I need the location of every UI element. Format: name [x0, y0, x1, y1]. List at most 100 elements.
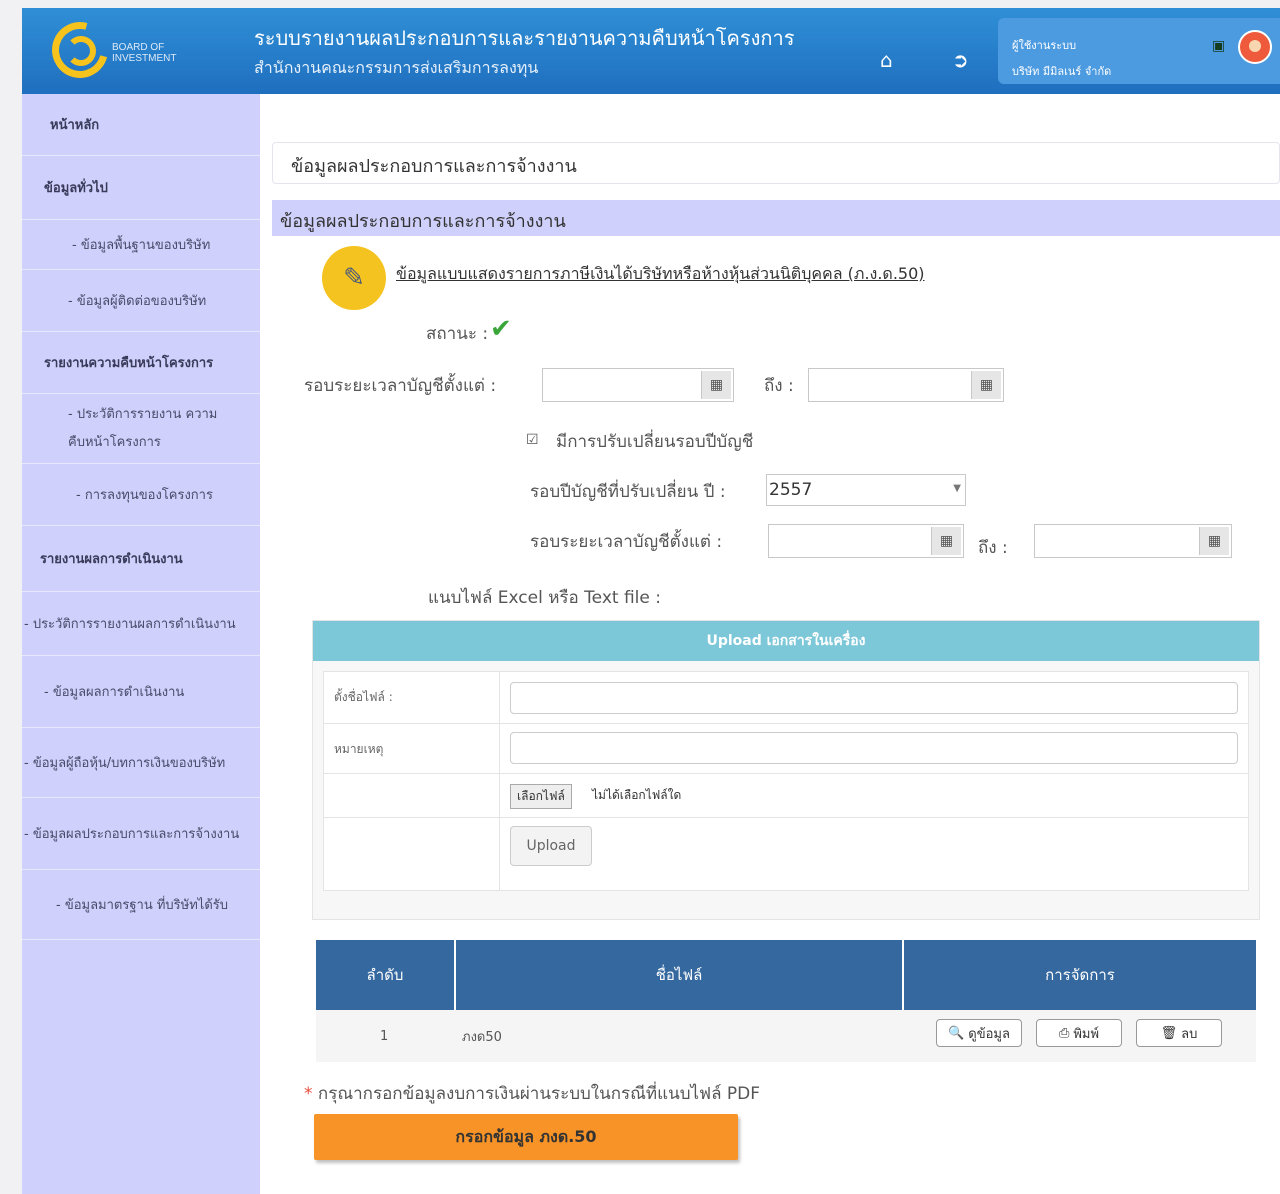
calendar-icon[interactable]: ▦ — [1199, 527, 1229, 555]
period-from-label: รอบระยะเวลาบัญชีตั้งแต่ : — [304, 376, 497, 396]
view-button[interactable]: 🔍 ดูข้อมูล — [936, 1019, 1022, 1047]
chevron-down-icon: ▼ — [953, 483, 961, 494]
period2-to-label: ถึง : — [978, 538, 1008, 558]
sidebar-item-company-contact[interactable]: - ข้อมูลผู้ติดต่อของบริษัท — [22, 270, 260, 332]
col-actions: การจัดการ — [1045, 966, 1115, 984]
delete-label: ลบ — [1181, 1026, 1198, 1042]
system-subtitle: สำนักงานคณะกรรมการส่งเสริมการลงทุน — [254, 58, 539, 77]
sidebar-item-label: - ข้อมูลผลการดำเนินงาน — [44, 685, 185, 700]
changed-year-select[interactable]: 2557 ▼ — [766, 474, 966, 506]
upload-button[interactable]: Upload — [510, 826, 592, 866]
sidebar-item-label: - การลงทุนของโครงการ — [76, 488, 213, 503]
upload-panel: Upload เอกสารในเครื่อง ตั้งชื่อไฟล์ : หม… — [312, 620, 1260, 920]
app-frame: BOARD OF INVESTMENT ระบบรายงานผลประกอบกา… — [22, 8, 1280, 1194]
sidebar-item-label: รายงานความคืบหน้าโครงการ — [44, 356, 214, 371]
sidebar-item-standards[interactable]: - ข้อมูลมาตรฐาน ที่บริษัทได้รับ — [22, 870, 260, 940]
filename-label: ตั้งชื่อไฟล์ : — [334, 690, 393, 704]
period2-from-input[interactable]: ▦ — [768, 524, 964, 558]
avatar[interactable] — [1238, 30, 1272, 64]
sidebar-item-progress-history[interactable]: - ประวัติการรายงาน ความคืบหน้าโครงการ — [22, 394, 260, 464]
logo-text: BOARD OF INVESTMENT — [112, 42, 177, 64]
row-number: 1 — [380, 1028, 389, 1044]
sidebar-item-project-investment[interactable]: - การลงทุนของโครงการ — [22, 464, 260, 526]
period-to-label: ถึง : — [764, 376, 794, 396]
view-label: ดูข้อมูล — [968, 1026, 1010, 1042]
boi-logo[interactable]: BOARD OF INVESTMENT — [41, 11, 192, 89]
user-company: บริษัท มีมิลเนร์ จำกัด — [1012, 65, 1112, 78]
tax-form-link[interactable]: ข้อมูลแบบแสดงรายการภาษีเงินได้บริษัทหรือ… — [396, 262, 925, 287]
sidebar-item-performance-employment[interactable]: - ข้อมูลผลประกอบการและการจ้างงาน — [22, 798, 260, 870]
required-star: * — [304, 1084, 313, 1104]
period2-to-input[interactable]: ▦ — [1034, 524, 1232, 558]
sidebar-item-label: - ข้อมูลผู้ติดต่อของบริษัท — [68, 294, 207, 309]
home-icon[interactable]: ⌂ — [880, 50, 893, 70]
note-input[interactable] — [510, 732, 1238, 764]
sidebar-item-label: - ข้อมูลผลประกอบการและการจ้างงาน — [24, 827, 240, 842]
user-box: ผู้ใช้งานระบบ บริษัท มีมิลเนร์ จำกัด ▣ — [998, 18, 1280, 84]
changed-year-label: รอบปีบัญชีที่ปรับเปลี่ยน ปี : — [530, 482, 726, 502]
sidebar-item-label: ข้อมูลทั่วไป — [44, 181, 108, 196]
pdf-note: * กรุณากรอกข้อมูลงบการเงินผ่านระบบในกรณี… — [304, 1080, 760, 1107]
status-label: สถานะ : — [426, 324, 489, 344]
panel-heading: ข้อมูลผลประกอบการและการจ้างงาน — [272, 200, 1280, 236]
sidebar-item-operation-data[interactable]: - ข้อมูลผลการดำเนินงาน — [22, 656, 260, 728]
check-icon: ✔ — [490, 314, 512, 344]
file-table-header: ลำดับ ชื่อไฟล์ การจัดการ — [316, 940, 1256, 1010]
delete-button[interactable]: 🗑 ลบ — [1136, 1019, 1222, 1047]
trash-icon: 🗑 — [1160, 1025, 1178, 1041]
page-title: ข้อมูลผลประกอบการและการจ้างงาน — [272, 142, 1280, 184]
sidebar-item-general[interactable]: ข้อมูลทั่วไป — [22, 156, 260, 220]
sidebar-item-progress-report[interactable]: รายงานความคืบหน้าโครงการ — [22, 332, 260, 394]
calendar-icon[interactable]: ▦ — [971, 371, 1001, 399]
sidebar-item-operation-history[interactable]: - ประวัติการรายงานผลการดำเนินงาน — [22, 592, 260, 656]
user-role: ผู้ใช้งานระบบ — [1012, 39, 1077, 52]
sidebar-item-label: - ข้อมูลมาตรฐาน ที่บริษัทได้รับ — [56, 898, 228, 913]
period-to-input[interactable]: ▦ — [808, 368, 1004, 402]
tax-document-icon: ✎ — [322, 246, 386, 310]
sidebar-item-shareholders[interactable]: - ข้อมูลผู้ถือหุ้น/บทการเงินของบริษัท — [22, 728, 260, 798]
lock-icon[interactable]: ▣ — [1212, 38, 1225, 54]
print-icon: ⎙ — [1058, 1025, 1070, 1041]
sidebar-item-label: - ประวัติการรายงาน ความคืบหน้าโครงการ — [68, 406, 218, 450]
change-year-checkbox-label: มีการปรับเปลี่ยนรอบปีบัญชี — [556, 432, 754, 452]
attach-label: แนบไฟล์ Excel หรือ Text file : — [428, 588, 661, 608]
col-no: ลำดับ — [316, 940, 456, 1010]
sidebar-item-home[interactable]: หน้าหลัก — [22, 94, 260, 156]
sidebar-item-company-basic[interactable]: - ข้อมูลพื้นฐานของบริษัท — [22, 220, 260, 270]
upload-heading: Upload เอกสารในเครื่อง — [313, 621, 1259, 661]
upload-button-row: Upload — [324, 818, 1248, 880]
fill-pnd50-button[interactable]: กรอกข้อมูล ภงด.50 — [314, 1114, 738, 1160]
period2-from-label: รอบระยะเวลาบัญชีตั้งแต่ : — [530, 532, 723, 552]
sidebar-item-label: - ประวัติการรายงานผลการดำเนินงาน — [24, 617, 236, 632]
sidebar-item-label: - ข้อมูลผู้ถือหุ้น/บทการเงินของบริษัท — [24, 756, 226, 771]
no-file-text: ไม่ได้เลือกไฟล์ใด — [592, 788, 682, 802]
filename-input[interactable] — [510, 682, 1238, 714]
logout-icon[interactable]: ➲ — [952, 50, 969, 70]
upload-form: ตั้งชื่อไฟล์ : หมายเหตุ เลือกไฟล์ ไม่ได้… — [323, 671, 1249, 891]
choose-file-button[interactable]: เลือกไฟล์ — [510, 784, 572, 809]
change-year-checkbox[interactable]: ☑ — [526, 432, 539, 448]
top-header: BOARD OF INVESTMENT ระบบรายงานผลประกอบกา… — [22, 8, 1280, 94]
changed-year-value: 2557 — [769, 480, 813, 500]
sidebar-item-label: - ข้อมูลพื้นฐานของบริษัท — [72, 238, 211, 253]
col-filename: ชื่อไฟล์ — [456, 940, 904, 1010]
table-row: 1 ภงด50 🔍 ดูข้อมูล ⎙ พิมพ์ 🗑 ลบ — [316, 1010, 1256, 1062]
logo-mark-inner-icon — [66, 36, 96, 66]
sidebar: หน้าหลัก ข้อมูลทั่วไป - ข้อมูลพื้นฐานของ… — [22, 94, 260, 1194]
sidebar-item-label: รายงานผลการดำเนินงาน — [40, 552, 183, 567]
calendar-icon[interactable]: ▦ — [931, 527, 961, 555]
filename-row: ตั้งชื่อไฟล์ : — [324, 672, 1248, 724]
note-label: หมายเหตุ — [334, 742, 384, 756]
file-choose-row: เลือกไฟล์ ไม่ได้เลือกไฟล์ใด — [324, 774, 1248, 818]
system-title: ระบบรายงานผลประกอบการและรายงานความคืบหน้… — [254, 26, 795, 50]
pdf-note-text: กรุณากรอกข้อมูลงบการเงินผ่านระบบในกรณีที… — [317, 1084, 761, 1104]
sidebar-item-operation-report[interactable]: รายงานผลการดำเนินงาน — [22, 526, 260, 592]
period-from-input[interactable]: ▦ — [542, 368, 734, 402]
print-label: พิมพ์ — [1073, 1026, 1100, 1042]
calendar-icon[interactable]: ▦ — [701, 371, 731, 399]
note-row: หมายเหตุ — [324, 724, 1248, 774]
print-button[interactable]: ⎙ พิมพ์ — [1036, 1019, 1122, 1047]
sidebar-item-label: หน้าหลัก — [50, 118, 100, 133]
view-icon: 🔍 — [948, 1025, 965, 1041]
row-filename: ภงด50 — [462, 1029, 502, 1045]
